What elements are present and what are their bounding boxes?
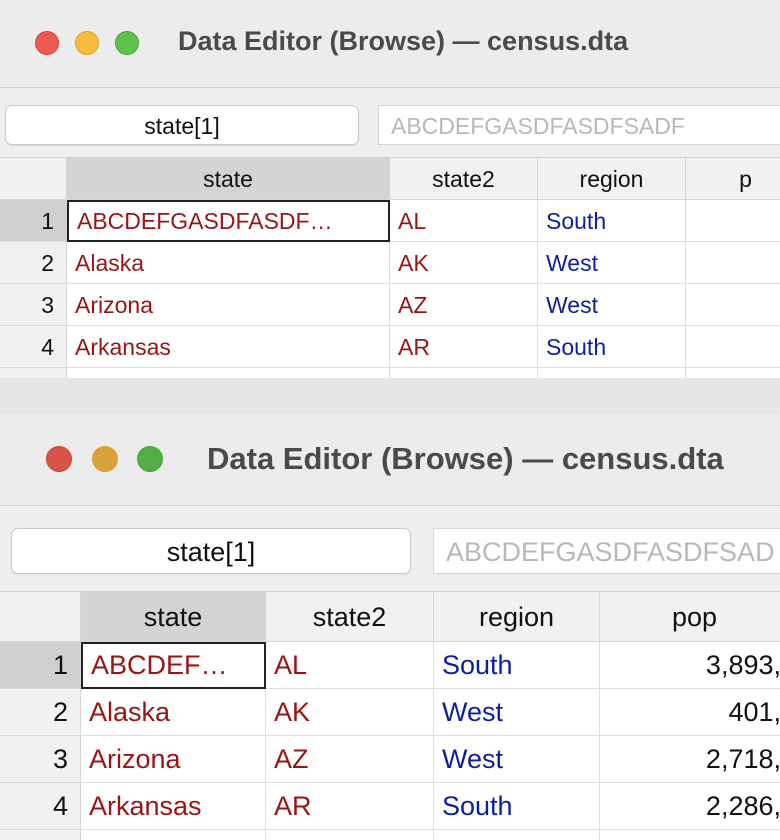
row-number[interactable]: 2 xyxy=(0,242,67,284)
column-header-state2[interactable]: state2 xyxy=(390,158,538,200)
row-number[interactable]: 2 xyxy=(0,689,81,736)
zoom-button[interactable] xyxy=(137,446,163,472)
window-title: Data Editor (Browse) — census.dta xyxy=(178,26,629,56)
data-editor-window-2: Data Editor (Browse) — census.dta state[… xyxy=(0,414,780,840)
window-title: Data Editor (Browse) — census.dta xyxy=(207,441,724,476)
grid-corner xyxy=(0,158,67,200)
table-cell-state[interactable]: ABCDEF… xyxy=(81,642,266,689)
table-cell-empty xyxy=(600,830,780,840)
table-cell-state[interactable]: Arizona xyxy=(67,284,390,326)
table-cell-state[interactable]: Arkansas xyxy=(81,783,266,830)
table-cell-region[interactable]: West xyxy=(538,242,686,284)
row-number[interactable]: 1 xyxy=(0,642,81,689)
table-cell-empty xyxy=(434,830,600,840)
column-header-pop[interactable]: p xyxy=(686,158,780,200)
toolbar: state[1] ABCDEFGASDFASDFSAD xyxy=(0,506,780,592)
close-button[interactable] xyxy=(35,31,59,55)
row-number[interactable]: 4 xyxy=(0,326,67,368)
row-number xyxy=(0,368,67,378)
table-cell-state[interactable]: Arizona xyxy=(81,736,266,783)
row-number xyxy=(0,830,81,840)
toolbar: state[1] ABCDEFGASDFASDFSADF xyxy=(0,88,780,158)
table-cell-pop[interactable]: 2 xyxy=(686,284,780,326)
data-grid: state state2 region p 1 ABCDEFGASDFASDF… AL Sou… xyxy=(0,158,780,378)
table-cell-region[interactable]: West xyxy=(434,736,600,783)
cell-value-box[interactable]: ABCDEFGASDFASDFSADF xyxy=(378,105,780,145)
title-bar: Data Editor (Browse) — census.dta xyxy=(0,0,780,88)
table-cell-state2[interactable]: AZ xyxy=(266,736,434,783)
table-cell-state[interactable]: Alaska xyxy=(81,689,266,736)
table-cell-pop[interactable]: 2 xyxy=(686,326,780,368)
column-header-region[interactable]: region xyxy=(434,592,600,642)
table-cell-region[interactable]: South xyxy=(434,642,600,689)
column-header-state[interactable]: state xyxy=(67,158,390,200)
column-header-state2[interactable]: state2 xyxy=(266,592,434,642)
table-cell-state2[interactable]: AK xyxy=(266,689,434,736)
table-cell-state2[interactable]: AL xyxy=(266,642,434,689)
row-number[interactable]: 3 xyxy=(0,736,81,783)
table-cell-region[interactable]: West xyxy=(538,284,686,326)
zoom-button[interactable] xyxy=(115,31,139,55)
column-header-pop[interactable]: pop xyxy=(600,592,780,642)
table-cell-empty xyxy=(67,368,390,378)
table-cell-pop[interactable]: 2,286, xyxy=(600,783,780,830)
table-cell-empty xyxy=(81,830,266,840)
grid-corner xyxy=(0,592,81,642)
table-cell-pop[interactable]: 2,718, xyxy=(600,736,780,783)
table-cell-state2[interactable]: AR xyxy=(266,783,434,830)
minimize-button[interactable] xyxy=(92,446,118,472)
variable-name-box[interactable]: state[1] xyxy=(5,105,359,145)
table-cell-empty xyxy=(390,368,538,378)
minimize-button[interactable] xyxy=(75,31,99,55)
table-cell-state[interactable]: ABCDEFGASDFASDF… xyxy=(67,200,390,242)
table-cell-state[interactable]: Arkansas xyxy=(67,326,390,368)
table-cell-empty xyxy=(266,830,434,840)
data-grid: state state2 region pop 1 ABCDEF… AL South 3,893… xyxy=(0,592,780,840)
table-cell-state2[interactable]: AL xyxy=(390,200,538,242)
table-cell-state2[interactable]: AZ xyxy=(390,284,538,326)
table-cell-state[interactable]: Alaska xyxy=(67,242,390,284)
row-number[interactable]: 4 xyxy=(0,783,81,830)
table-cell-pop[interactable]: 3 xyxy=(686,200,780,242)
column-header-state[interactable]: state xyxy=(81,592,266,642)
table-cell-empty xyxy=(686,368,780,378)
title-bar: Data Editor (Browse) — census.dta xyxy=(0,414,780,506)
table-cell-empty xyxy=(538,368,686,378)
row-number[interactable]: 3 xyxy=(0,284,67,326)
data-editor-window-1: Data Editor (Browse) — census.dta state[… xyxy=(0,0,780,378)
table-cell-pop[interactable]: 401, xyxy=(600,689,780,736)
table-cell-state2[interactable]: AR xyxy=(390,326,538,368)
table-cell-pop[interactable] xyxy=(686,242,780,284)
column-header-region[interactable]: region xyxy=(538,158,686,200)
row-number[interactable]: 1 xyxy=(0,200,67,242)
close-button[interactable] xyxy=(46,446,72,472)
table-cell-region[interactable]: South xyxy=(434,783,600,830)
table-cell-pop[interactable]: 3,893, xyxy=(600,642,780,689)
table-cell-region[interactable]: South xyxy=(538,326,686,368)
variable-name-box[interactable]: state[1] xyxy=(11,528,411,574)
table-cell-region[interactable]: South xyxy=(538,200,686,242)
table-cell-region[interactable]: West xyxy=(434,689,600,736)
table-cell-state2[interactable]: AK xyxy=(390,242,538,284)
cell-value-box[interactable]: ABCDEFGASDFASDFSAD xyxy=(433,528,780,574)
